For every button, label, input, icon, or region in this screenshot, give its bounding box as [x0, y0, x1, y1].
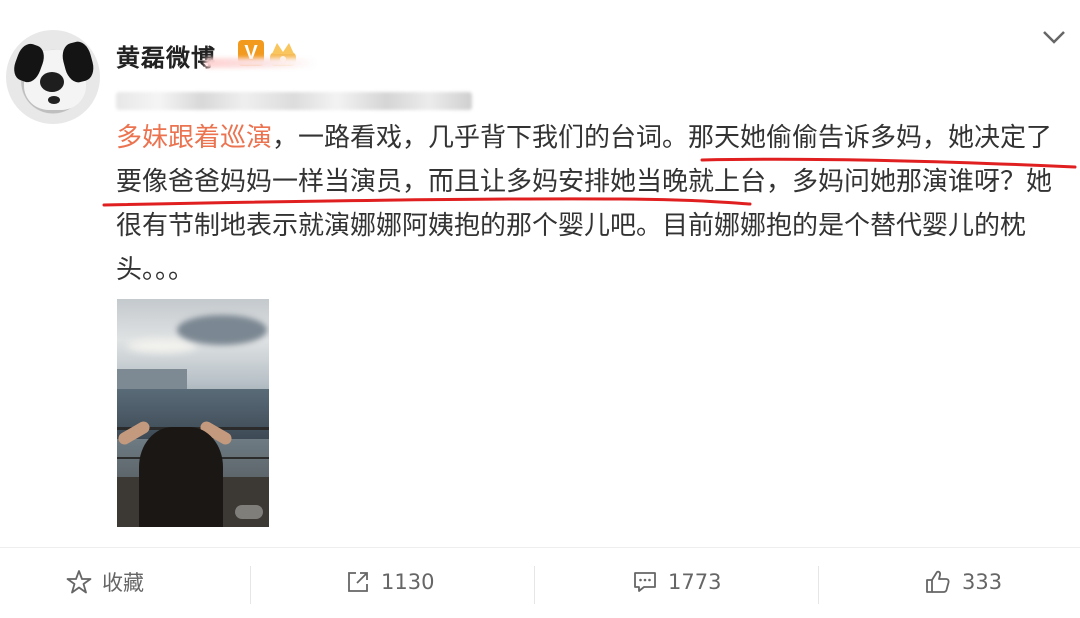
favorite-label: 收藏 [102, 571, 144, 595]
like-count: 333 [962, 570, 1003, 594]
comment-icon [634, 572, 656, 592]
post-photo[interactable] [117, 299, 269, 527]
share-arrow-icon [348, 572, 368, 592]
thumbs-up-icon [926, 570, 950, 593]
blurred-timestamp-source [116, 92, 472, 110]
comment-button[interactable]: 1773 [632, 562, 721, 602]
topic-tag[interactable]: 多妹跟着巡演 [116, 123, 272, 153]
repost-count: 1130 [381, 570, 435, 594]
chevron-down-icon[interactable] [1040, 26, 1068, 48]
like-button[interactable]: 333 [924, 562, 1002, 602]
username[interactable]: 黄磊微博 [116, 38, 216, 73]
star-outline-icon [66, 570, 92, 594]
blurred-badges [205, 58, 317, 68]
action-bar-divider [0, 547, 1080, 548]
action-separator [818, 566, 819, 604]
action-separator [250, 566, 251, 604]
repost-button[interactable]: 1130 [345, 562, 434, 602]
favorite-button[interactable]: 收藏 [66, 562, 144, 602]
action-separator [534, 566, 535, 604]
comment-count: 1773 [668, 570, 722, 594]
avatar[interactable] [6, 30, 100, 124]
red-underline-annotation [102, 157, 1077, 207]
